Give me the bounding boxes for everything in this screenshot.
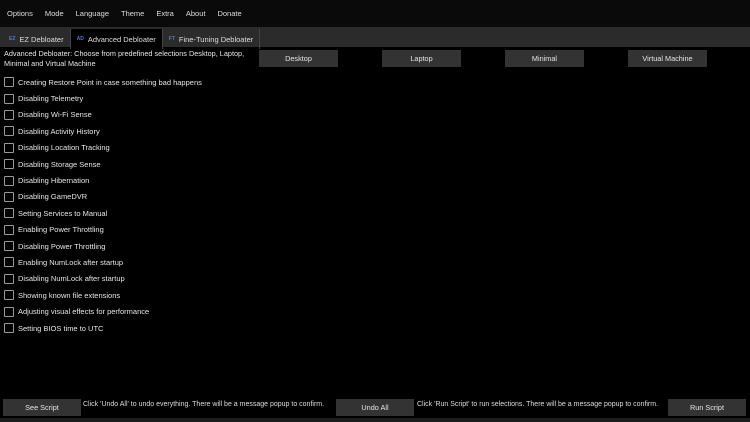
checkbox[interactable] [4, 142, 14, 153]
checkbox[interactable] [4, 306, 14, 317]
option-checkbox-row[interactable]: Disabling Location Tracking [4, 140, 202, 156]
option-label: Creating Restore Point in case something… [18, 77, 202, 87]
option-checkbox-row[interactable]: Disabling Activity History [4, 123, 202, 139]
run-hint: Click 'Run Script' to run selections. Th… [417, 401, 659, 408]
option-label: Disabling Location Tracking [18, 143, 110, 153]
checkbox[interactable] [4, 159, 14, 170]
option-label: Showing known file extensions [18, 290, 121, 300]
run-script-button[interactable]: Run Script [668, 399, 746, 416]
desktop-preset-button[interactable]: Desktop [259, 50, 338, 67]
option-checkbox-row[interactable]: Creating Restore Point in case something… [4, 74, 202, 90]
option-checkbox-row[interactable]: Disabling Wi-Fi Sense [4, 107, 202, 123]
option-checkbox-row[interactable]: Disabling Hibernation [4, 172, 202, 188]
option-label: Disabling Wi-Fi Sense [18, 110, 92, 120]
menu-donate[interactable]: Donate [217, 9, 241, 18]
menu-bar: Options Mode Language Theme Extra About … [0, 0, 750, 27]
option-label: Enabling Power Throttling [18, 225, 104, 235]
options-list: Creating Restore Point in case something… [4, 74, 202, 336]
undo-all-button[interactable]: Undo All [336, 399, 414, 416]
option-checkbox-row[interactable]: Disabling GameDVR [4, 189, 202, 205]
option-label: Disabling NumLock after startup [18, 274, 125, 284]
option-label: Disabling Storage Sense [18, 159, 101, 169]
checkbox[interactable] [4, 290, 14, 301]
virtual-machine-preset-button[interactable]: Virtual Machine [628, 50, 707, 67]
tab-label: Fine-Tuning Debloater [178, 34, 254, 44]
checkbox[interactable] [4, 109, 14, 120]
option-checkbox-row[interactable]: Adjusting visual effects for performance [4, 303, 202, 319]
option-checkbox-row[interactable]: Enabling Power Throttling [4, 222, 202, 238]
see-script-button[interactable]: See Script [3, 399, 81, 416]
option-label: Adjusting visual effects for performance [18, 307, 150, 317]
status-strip [0, 418, 750, 422]
menu-language[interactable]: Language [76, 9, 109, 18]
tab-label: Advanced Debloater [87, 34, 156, 44]
option-checkbox-row[interactable]: Setting BIOS time to UTC [4, 320, 202, 336]
option-label: Disabling Activity History [18, 126, 100, 136]
option-checkbox-row[interactable]: Setting Services to Manual [4, 205, 202, 221]
option-label: Enabling NumLock after startup [18, 257, 124, 267]
option-checkbox-row[interactable]: Showing known file extensions [4, 287, 202, 303]
checkbox[interactable] [4, 273, 14, 284]
checkbox[interactable] [4, 323, 14, 334]
ez-icon: EZ [9, 36, 16, 42]
option-label: Disabling Hibernation [18, 176, 90, 186]
option-label: Setting BIOS time to UTC [18, 323, 104, 333]
checkbox[interactable] [4, 208, 14, 219]
option-label: Disabling Power Throttling [18, 241, 106, 251]
laptop-preset-button[interactable]: Laptop [382, 50, 461, 67]
tab-label: EZ Debloater [19, 34, 64, 44]
checkbox[interactable] [4, 93, 14, 104]
checkbox[interactable] [4, 126, 14, 137]
ad-icon: AD [76, 36, 84, 42]
option-checkbox-row[interactable]: Disabling Telemetry [4, 90, 202, 106]
undo-hint: Click 'Undo All' to undo everything. The… [83, 401, 325, 408]
checkbox[interactable] [4, 175, 14, 186]
option-checkbox-row[interactable]: Disabling Storage Sense [4, 156, 202, 172]
description-text: Advanced Debloater: Choose from predefin… [4, 49, 245, 68]
tab-advanced-debloater[interactable]: AD Advanced Debloater [70, 29, 163, 49]
checkbox[interactable] [4, 224, 14, 235]
tab-fine-tuning-debloater[interactable]: FT Fine-Tuning Debloater [163, 29, 261, 49]
menu-extra[interactable]: Extra [156, 9, 174, 18]
menu-mode[interactable]: Mode [45, 9, 64, 18]
checkbox[interactable] [4, 77, 14, 88]
tab-strip: EZ EZ Debloater AD Advanced Debloater FT Fi… [0, 27, 750, 49]
option-label: Setting Services to Manual [18, 208, 108, 218]
menu-theme[interactable]: Theme [121, 9, 144, 18]
ft-icon: FT [168, 36, 175, 42]
checkbox[interactable] [4, 191, 14, 202]
option-checkbox-row[interactable]: Disabling Power Throttling [4, 238, 202, 254]
option-checkbox-row[interactable]: Disabling NumLock after startup [4, 271, 202, 287]
option-checkbox-row[interactable]: Enabling NumLock after startup [4, 254, 202, 270]
menu-about[interactable]: About [186, 9, 206, 18]
option-label: Disabling Telemetry [18, 94, 84, 104]
checkbox[interactable] [4, 257, 14, 268]
checkbox[interactable] [4, 241, 14, 252]
menu-options[interactable]: Options [7, 9, 33, 18]
option-label: Disabling GameDVR [18, 192, 88, 202]
minimal-preset-button[interactable]: Minimal [505, 50, 584, 67]
tab-ez-debloater[interactable]: EZ EZ Debloater [3, 29, 71, 49]
